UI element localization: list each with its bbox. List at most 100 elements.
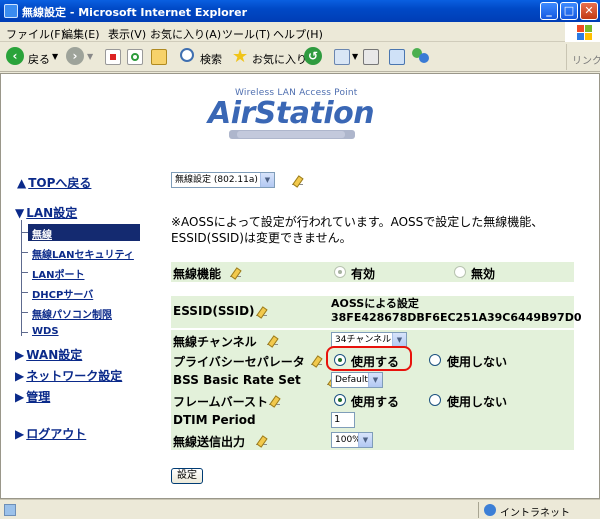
print-icon [363,49,379,65]
row-tx-power: 無線送信出力 100% ▼ [171,430,574,450]
stop-button[interactable] [104,47,122,67]
links-label[interactable]: リンク [572,52,600,67]
chevron-down-icon: ▼ [392,333,406,347]
triangle-right-icon: ▶ [15,427,25,441]
menu-edit[interactable]: 編集(E) [62,26,100,42]
mail-button[interactable]: ▼ [334,47,360,67]
frameburst-use-label: 使用する [351,395,400,409]
window-title: 無線設定 - Microsoft Internet Explorer [22,6,247,19]
submit-button[interactable]: 設定 [171,468,203,484]
nav-lan-settings[interactable]: ▼ LAN設定 [15,204,77,221]
help-pencil-icon[interactable] [255,306,269,318]
maximize-button[interactable]: □ [560,2,578,20]
nav-admin[interactable]: ▶ 管理 [15,388,50,405]
frameburst-nouse-radio[interactable] [429,394,441,406]
minimize-button[interactable]: _ [540,2,558,20]
help-pencil-icon[interactable] [266,335,280,347]
bss-rate-select[interactable]: Default ▼ [331,372,383,388]
menu-tools[interactable]: ツール(T) [222,26,270,42]
nav-top[interactable]: ▲ TOPへ戻る [17,174,91,191]
close-button[interactable]: ✕ [580,2,598,20]
menu-favorites[interactable]: お気に入り(A) [150,26,221,42]
tx-power-select[interactable]: 100% ▼ [331,432,373,448]
history-icon: ↺ [304,47,322,65]
nav-wan-settings[interactable]: ▶ WAN設定 [15,346,82,363]
nav-logout[interactable]: ▶ ログアウト [15,425,86,442]
history-button[interactable]: ↺ [304,47,324,67]
row-wireless-function: 無線機能 有効 無効 [171,262,574,282]
aoss-notice: ※AOSSによって設定が行われています。AOSSで設定した無線機能、ESSID(… [171,215,544,245]
forward-button[interactable]: › ▼ [66,47,96,67]
privacy-nouse-label: 使用しない [447,355,508,369]
search-button[interactable]: 検索 [180,47,226,67]
triangle-right-icon: ▶ [15,348,25,362]
menu-help[interactable]: ヘルプ(H) [273,26,323,42]
wireless-enable-label: 有効 [351,267,376,281]
page-content: Wireless LAN Access Point AirStation ▲ TO… [0,73,600,499]
nav-network-settings[interactable]: ▶ ネットワーク設定 [15,367,122,384]
messenger-button[interactable] [412,47,432,67]
triangle-right-icon: ▶ [15,369,25,383]
nav-tree-line [21,220,22,336]
menu-bar: ファイル(F) 編集(E) 表示(V) お気に入り(A) ツール(T) ヘルプ(… [0,22,600,42]
windows-logo [565,22,600,42]
search-icon [180,48,194,62]
menu-file[interactable]: ファイル(F) [6,26,65,42]
row-essid: ESSID(SSID) AOSSによる設定 38FE428678DBF6EC25… [171,296,581,328]
nav-wireless-security[interactable]: 無線LANセキュリティ [32,246,134,261]
highlight-annotation [326,346,412,371]
help-pencil-icon[interactable] [310,355,324,367]
back-arrow-icon: ‹ [6,47,24,65]
privacy-nouse-radio[interactable] [429,354,441,366]
nav-wireless-active[interactable]: 無線 [28,224,140,241]
help-pencil-icon[interactable] [255,435,269,447]
mail-icon [334,49,350,65]
triangle-down-icon: ▼ [15,206,25,220]
wireless-enable-radio[interactable] [334,266,346,278]
row-dtim-period: DTIM Period 1 [171,410,574,430]
mail-dropdown-icon[interactable]: ▼ [352,52,358,61]
page-icon [4,504,16,516]
intranet-zone-icon [484,504,496,516]
triangle-up-icon: ▲ [17,176,27,190]
forward-arrow-icon: › [66,47,84,65]
help-pencil-icon[interactable] [268,395,282,407]
ie-icon [4,4,18,18]
chevron-down-icon: ▼ [260,173,274,187]
frameburst-use-radio[interactable] [334,394,346,406]
refresh-button[interactable] [126,47,144,67]
stop-icon [105,49,121,65]
airstation-logo: AirStation [208,96,375,131]
nav-wds[interactable]: WDS [32,326,59,337]
wireless-disable-label: 無効 [471,267,496,281]
home-button[interactable] [150,47,170,67]
edit-button[interactable] [388,47,408,67]
title-bar: 無線設定 - Microsoft Internet Explorer _ □ ✕ [0,0,600,22]
row-bss-basic-rate: BSS Basic Rate Set Default ▼ [171,370,574,390]
help-pencil-icon[interactable] [291,175,305,187]
back-dropdown-icon[interactable]: ▼ [52,52,58,61]
menu-view[interactable]: 表示(V) [108,26,146,42]
chevron-down-icon: ▼ [368,373,382,387]
nav-lan-port[interactable]: LANポート [32,266,84,281]
wireless-mode-select[interactable]: 無線設定 (802.11a) ▼ [171,172,275,188]
triangle-right-icon: ▶ [15,390,25,404]
favorites-button[interactable]: ★ お気に入り [232,46,307,67]
help-pencil-icon[interactable] [229,267,243,279]
refresh-icon [127,49,143,65]
print-button[interactable] [362,47,382,67]
forward-dropdown-icon[interactable]: ▼ [87,52,93,61]
star-icon: ★ [232,46,249,67]
toolbar: ‹ 戻る ▼ › ▼ 検索 ★ お気に入り ↺ ▼ リンク [0,42,600,72]
dtim-input[interactable]: 1 [331,412,355,428]
frameburst-nouse-label: 使用しない [447,395,508,409]
wireless-disable-radio[interactable] [454,266,466,278]
nav-dhcp-server[interactable]: DHCPサーバ [32,286,93,301]
essid-value: AOSSによる設定 38FE428678DBF6EC251A39C6449B97… [331,297,582,324]
home-icon [151,49,167,65]
nav-mac-restriction[interactable]: 無線パソコン制限 [32,306,112,321]
back-button[interactable]: ‹ 戻る ▼ [6,47,62,67]
chevron-down-icon: ▼ [358,433,372,447]
edit-page-icon [389,49,405,65]
row-frame-burst: フレームバースト 使用する 使用しない [171,390,574,410]
